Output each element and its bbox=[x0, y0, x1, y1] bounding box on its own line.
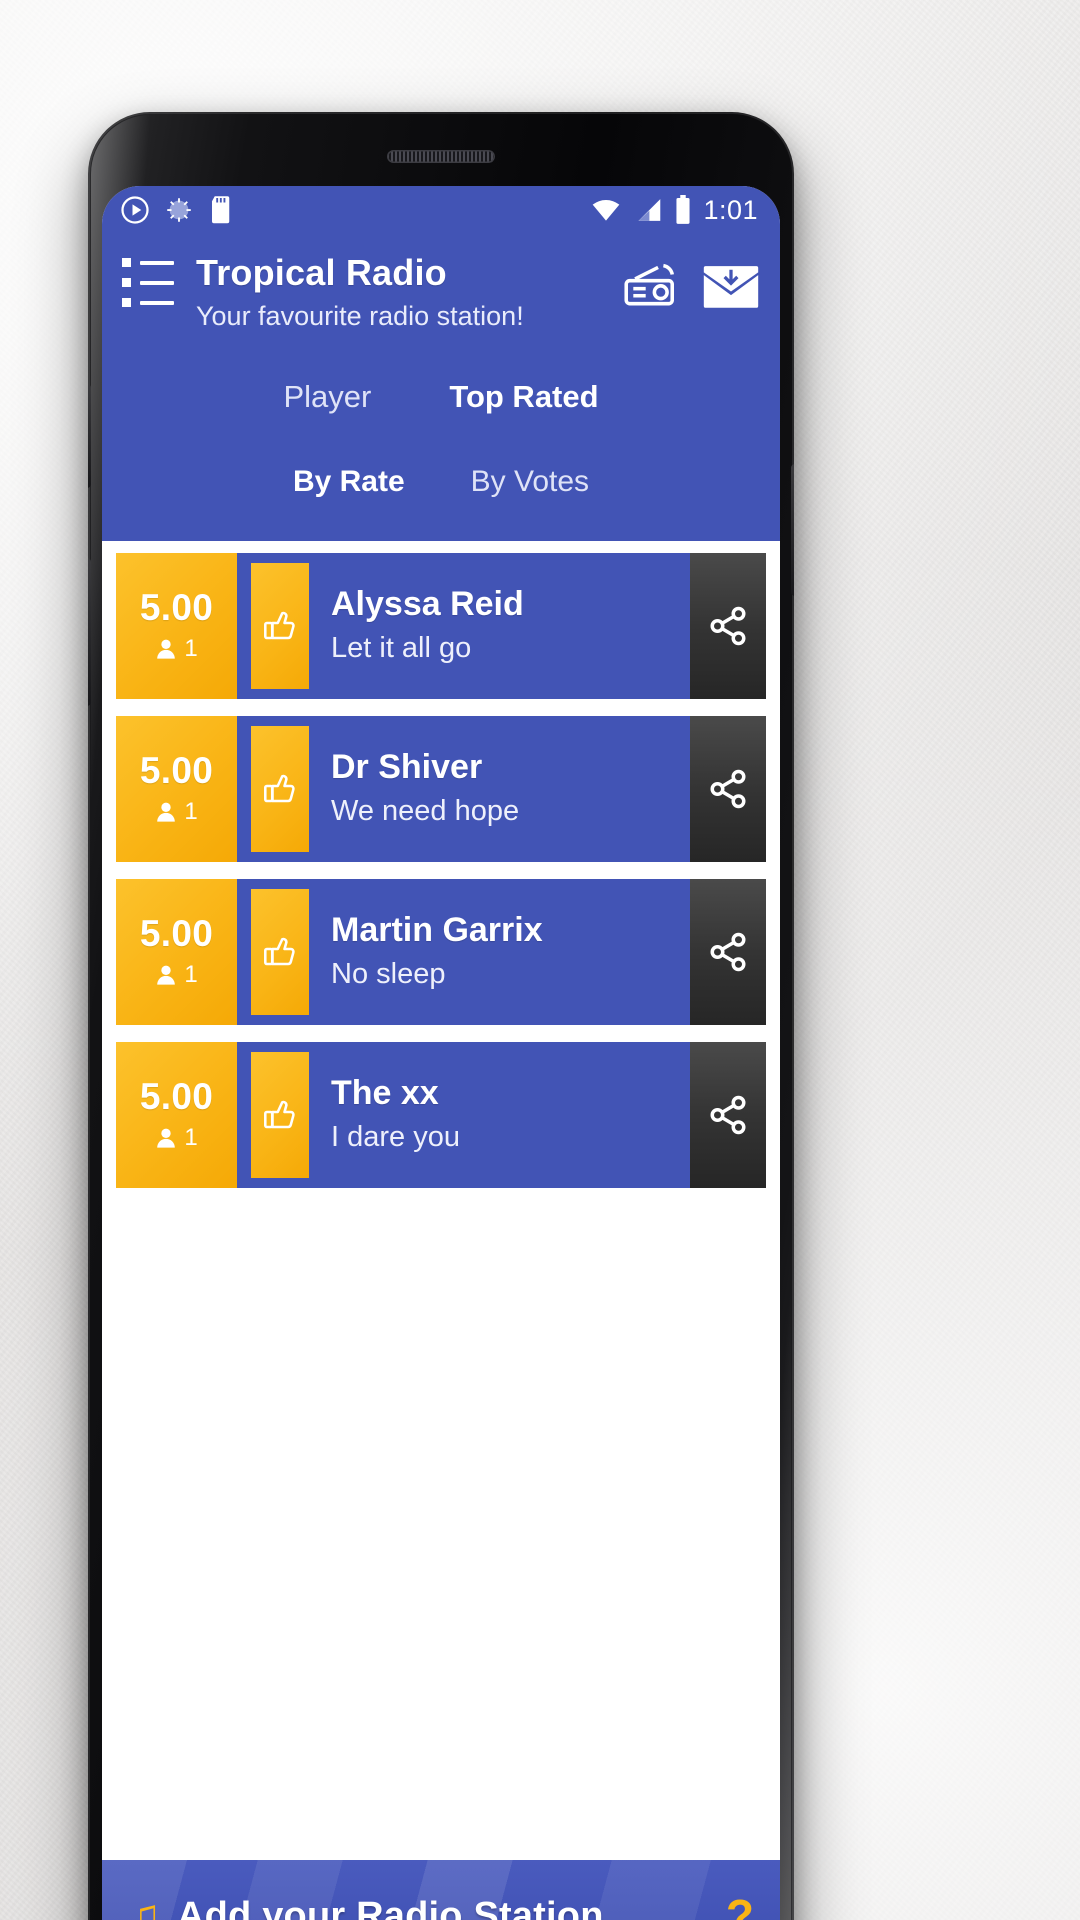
station-song: We need hope bbox=[331, 795, 520, 828]
person-icon bbox=[155, 638, 177, 660]
app-bar: Tropical Radio Your favourite radio stat… bbox=[102, 234, 780, 541]
cellular-signal-icon bbox=[633, 196, 663, 224]
table-row[interactable]: 5.00 1 Martin Garrix No sleep bbox=[116, 878, 766, 1025]
thumbs-up-icon[interactable] bbox=[251, 725, 309, 852]
music-note-icon: ♫ bbox=[128, 1891, 161, 1920]
radio-icon[interactable] bbox=[624, 263, 678, 309]
station-name: Martin Garrix bbox=[331, 911, 543, 949]
phone-screen: 1:01 Tropical Radio Your favourite radio… bbox=[102, 186, 780, 1920]
volume-down-button[interactable] bbox=[88, 558, 91, 706]
tab-top-rated[interactable]: Top Rated bbox=[449, 379, 598, 415]
table-row[interactable]: 5.00 1 The xx I dare you bbox=[116, 1041, 766, 1188]
status-bar-right-icons: 1:01 bbox=[590, 195, 758, 226]
banner-title: Add your Radio Station bbox=[177, 1894, 604, 1920]
rating-box: 5.00 1 bbox=[116, 715, 242, 862]
vote-count-value: 1 bbox=[184, 1123, 198, 1151]
mail-download-icon[interactable] bbox=[702, 262, 760, 310]
rating-value: 5.00 bbox=[139, 586, 214, 628]
station-info: Martin Garrix No sleep bbox=[309, 879, 690, 1025]
station-name: Alyssa Reid bbox=[331, 585, 524, 623]
vote-count-value: 1 bbox=[184, 960, 198, 988]
sync-icon bbox=[164, 195, 194, 225]
phone-device: 1:01 Tropical Radio Your favourite radio… bbox=[88, 112, 794, 1920]
tab-by-rate[interactable]: By Rate bbox=[293, 465, 405, 499]
station-info: Dr Shiver We need hope bbox=[309, 716, 690, 862]
rating-value: 5.00 bbox=[139, 749, 214, 791]
person-icon bbox=[155, 801, 177, 823]
primary-tab-bar: Player Top Rated bbox=[122, 332, 760, 421]
station-song: No sleep bbox=[331, 958, 446, 991]
station-info: Alyssa Reid Let it all go bbox=[309, 553, 690, 699]
station-name: Dr Shiver bbox=[331, 748, 483, 786]
thumbs-up-icon[interactable] bbox=[251, 888, 309, 1015]
secondary-tab-bar: By Rate By Votes bbox=[122, 420, 760, 541]
share-icon[interactable] bbox=[690, 715, 766, 862]
station-list: 5.00 1 Alyssa Reid Let it all go 5.00 1 … bbox=[102, 540, 780, 1188]
rating-value: 5.00 bbox=[139, 912, 214, 954]
page-title: Tropical Radio bbox=[196, 252, 447, 293]
status-bar-left-icons bbox=[120, 195, 234, 225]
share-icon[interactable] bbox=[690, 878, 766, 1025]
rating-value: 5.00 bbox=[139, 1075, 214, 1117]
vote-count: 1 bbox=[155, 1123, 198, 1152]
rating-box: 5.00 1 bbox=[116, 552, 242, 699]
station-info: The xx I dare you bbox=[309, 1042, 690, 1188]
question-mark-icon: ? bbox=[725, 1890, 754, 1920]
power-button[interactable] bbox=[791, 464, 794, 596]
station-name: The xx bbox=[331, 1074, 439, 1112]
table-row[interactable]: 5.00 1 Alyssa Reid Let it all go bbox=[116, 552, 766, 699]
vote-count: 1 bbox=[155, 960, 198, 989]
thumbs-up-icon[interactable] bbox=[251, 1051, 309, 1178]
volume-up-button[interactable] bbox=[88, 384, 91, 488]
tab-player[interactable]: Player bbox=[283, 379, 371, 415]
vote-count-value: 1 bbox=[184, 634, 198, 662]
earpiece-speaker bbox=[387, 150, 495, 163]
station-song: I dare you bbox=[331, 1121, 460, 1154]
page-subtitle: Your favourite radio station! bbox=[196, 301, 524, 332]
battery-icon bbox=[674, 195, 692, 225]
status-bar-clock: 1:01 bbox=[703, 194, 758, 225]
station-song: Let it all go bbox=[331, 632, 472, 665]
rating-box: 5.00 1 bbox=[116, 1041, 242, 1188]
share-icon[interactable] bbox=[690, 552, 766, 699]
person-icon bbox=[155, 1127, 177, 1149]
person-icon bbox=[155, 964, 177, 986]
table-row[interactable]: 5.00 1 Dr Shiver We need hope bbox=[116, 715, 766, 862]
vote-count: 1 bbox=[155, 634, 198, 663]
add-radio-station-banner[interactable]: ♫ Add your Radio Station ? bbox=[102, 1860, 780, 1920]
vote-count-value: 1 bbox=[184, 797, 198, 825]
rating-box: 5.00 1 bbox=[116, 878, 242, 1025]
hamburger-list-icon[interactable] bbox=[122, 250, 178, 307]
wifi-icon bbox=[590, 196, 622, 224]
tab-by-votes[interactable]: By Votes bbox=[471, 465, 589, 499]
share-icon[interactable] bbox=[690, 1041, 766, 1188]
sd-card-icon bbox=[208, 195, 234, 225]
vote-count: 1 bbox=[155, 797, 198, 826]
status-bar: 1:01 bbox=[102, 186, 780, 234]
play-circle-icon bbox=[120, 195, 150, 225]
thumbs-up-icon[interactable] bbox=[251, 562, 309, 689]
